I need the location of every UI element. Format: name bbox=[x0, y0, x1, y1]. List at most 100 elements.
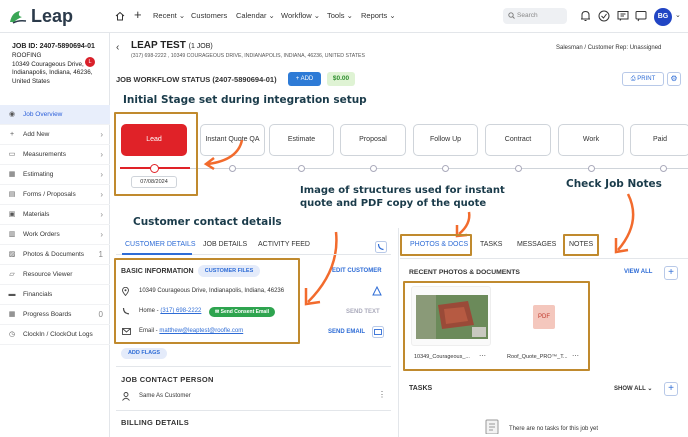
stage-contract[interactable]: Contract bbox=[485, 124, 551, 156]
sidebar-item-progress-boards[interactable]: ▦ Progress Boards 0 bbox=[0, 305, 110, 325]
nav-calendar[interactable]: Calendar ⌄ bbox=[236, 11, 275, 20]
chevron-right-icon: › bbox=[100, 170, 103, 179]
stage-dot bbox=[442, 165, 449, 172]
job-subtitle: (317) 698-2222 , 10349 COURAGEOUS DRIVE,… bbox=[131, 53, 365, 59]
chevron-right-icon: › bbox=[100, 210, 103, 219]
stage-work[interactable]: Work bbox=[558, 124, 624, 156]
home-icon[interactable] bbox=[115, 11, 125, 21]
stage-dot bbox=[588, 165, 595, 172]
job-id: JOB ID: 2407-5890694-01 bbox=[12, 43, 95, 50]
print-button[interactable]: ⎙ PRINT bbox=[622, 72, 664, 86]
sidebar-item-forms-proposals[interactable]: ▤ Forms / Proposals › bbox=[0, 185, 110, 205]
check-circle-icon[interactable] bbox=[598, 10, 610, 22]
view-all-link[interactable]: VIEW ALL bbox=[624, 269, 652, 275]
clipboard-icon bbox=[485, 419, 499, 434]
plus-icon: + bbox=[9, 130, 15, 138]
sidebar-item-measurements[interactable]: ▭ Measurements › bbox=[0, 145, 110, 165]
add-photo-button[interactable]: + bbox=[664, 266, 678, 280]
stage-proposal[interactable]: Proposal bbox=[340, 124, 406, 156]
nav-customers[interactable]: Customers bbox=[191, 11, 227, 20]
sidebar-item-resource-viewer[interactable]: ▱ Resource Viewer bbox=[0, 265, 110, 285]
nav-reports[interactable]: Reports ⌄ bbox=[361, 11, 396, 20]
highlight-box-photos bbox=[403, 281, 590, 371]
stage-dot bbox=[515, 165, 522, 172]
leap-logo[interactable]: Leap bbox=[8, 6, 73, 27]
recent-photos-title: RECENT PHOTOS & DOCUMENTS bbox=[409, 269, 520, 276]
chat-icon[interactable] bbox=[635, 10, 647, 22]
tab-customer-details[interactable]: CUSTOMER DETAILS bbox=[125, 241, 196, 248]
plus-icon[interactable]: + bbox=[134, 7, 142, 22]
chevron-right-icon: › bbox=[100, 190, 103, 199]
image-icon: ▨ bbox=[8, 250, 16, 258]
clock-icon: ◷ bbox=[8, 330, 16, 338]
stage-follow-up[interactable]: Follow Up bbox=[413, 124, 478, 156]
user-icon bbox=[122, 392, 130, 401]
sidebar-item-clockin-logs[interactable]: ◷ ClockIn / ClockOut Logs bbox=[0, 325, 110, 345]
tab-tasks[interactable]: TASKS bbox=[480, 241, 502, 248]
ruler-icon: ▭ bbox=[8, 150, 16, 158]
sidebar-item-materials[interactable]: ▣ Materials › bbox=[0, 205, 110, 225]
nav-recent[interactable]: Recent ⌄ bbox=[153, 11, 185, 20]
highlight-box-stage bbox=[114, 112, 198, 196]
phone-icon[interactable] bbox=[375, 241, 387, 253]
sidebar: JOB ID: 2407-5890694-01 ROOFING L 10349 … bbox=[0, 33, 110, 437]
avatar[interactable]: BG bbox=[654, 8, 672, 26]
nav-tools[interactable]: Tools ⌄ bbox=[327, 11, 353, 20]
tasks-title: TASKS bbox=[409, 385, 433, 392]
count-badge: 1 bbox=[98, 250, 103, 259]
highlight-box-customer bbox=[114, 258, 300, 344]
map-icon[interactable] bbox=[372, 286, 382, 296]
stage-estimate[interactable]: Estimate bbox=[269, 124, 334, 156]
folder-icon: ▱ bbox=[9, 270, 15, 278]
sidebar-item-photos-documents[interactable]: ▨ Photos & Documents 1 bbox=[0, 245, 110, 265]
add-flags-button[interactable]: ADD FLAGS bbox=[121, 348, 167, 359]
chevron-right-icon: › bbox=[100, 130, 103, 139]
annotation-check-notes: Check Job Notes bbox=[566, 178, 662, 190]
stage-paid[interactable]: Paid bbox=[630, 124, 688, 156]
send-email-link[interactable]: SEND EMAIL bbox=[328, 329, 365, 335]
document-icon: ▤ bbox=[8, 190, 16, 198]
tab-messages[interactable]: MESSAGES bbox=[517, 241, 556, 248]
highlight-box-photos-tab bbox=[400, 234, 472, 256]
send-text-link[interactable]: SEND TEXT bbox=[346, 309, 380, 315]
sidebar-menu: ◉ Job Overview + Add New › ▭ Measurements › ▦… bbox=[0, 105, 110, 345]
sidebar-item-work-orders[interactable]: ▥ Work Orders › bbox=[0, 225, 110, 245]
search-input[interactable]: Search bbox=[503, 8, 567, 24]
sidebar-item-financials[interactable]: ▬ Financials bbox=[0, 285, 110, 305]
edit-customer-link[interactable]: EDIT CUSTOMER bbox=[332, 268, 382, 274]
chevron-right-icon: › bbox=[100, 230, 103, 239]
bell-icon[interactable] bbox=[580, 10, 591, 22]
annotation-customer-contact: Customer contact details bbox=[133, 216, 282, 228]
highlight-box-notes-tab bbox=[563, 234, 599, 256]
add-task-button[interactable]: + bbox=[664, 382, 678, 396]
salesman-label: Salesman / Customer Rep: Unassigned bbox=[556, 45, 662, 51]
box-icon: ▣ bbox=[8, 210, 16, 218]
job-address-3: United States bbox=[12, 78, 50, 86]
tab-job-details[interactable]: JOB DETAILS bbox=[203, 241, 247, 248]
stage-dot bbox=[370, 165, 377, 172]
sidebar-item-job-overview[interactable]: ◉ Job Overview bbox=[0, 105, 110, 125]
calculator-icon: ▦ bbox=[8, 170, 16, 178]
search-icon bbox=[508, 12, 515, 19]
stage-dot bbox=[298, 165, 305, 172]
tab-active-indicator bbox=[122, 253, 192, 255]
back-arrow-icon[interactable]: ‹ bbox=[116, 42, 119, 53]
billing-title: BILLING DETAILS bbox=[121, 418, 190, 427]
avatar-chevron-icon[interactable]: ⌄ bbox=[675, 11, 681, 19]
show-all-dropdown[interactable]: SHOW ALL ⌄ bbox=[614, 385, 652, 392]
tab-activity-feed[interactable]: ACTIVITY FEED bbox=[258, 241, 310, 248]
chevron-right-icon: › bbox=[100, 150, 103, 159]
nav-workflow[interactable]: Workflow ⌄ bbox=[281, 11, 320, 20]
annotation-arrow-icon bbox=[203, 139, 244, 171]
mail-icon[interactable] bbox=[372, 326, 384, 338]
printer-icon: ⎙ bbox=[630, 76, 636, 82]
add-button[interactable]: + ADD bbox=[288, 72, 321, 86]
no-tasks-text: There are no tasks for this job yet bbox=[509, 426, 599, 432]
message-icon[interactable] bbox=[617, 10, 629, 22]
gear-icon[interactable]: ⚙ bbox=[667, 72, 681, 86]
more-options-icon[interactable]: ⋮ bbox=[378, 390, 386, 399]
tab-divider bbox=[400, 258, 688, 259]
sidebar-item-estimating[interactable]: ▦ Estimating › bbox=[0, 165, 110, 185]
logo-text: Leap bbox=[31, 6, 74, 26]
sidebar-item-add-new[interactable]: + Add New › bbox=[0, 125, 110, 145]
